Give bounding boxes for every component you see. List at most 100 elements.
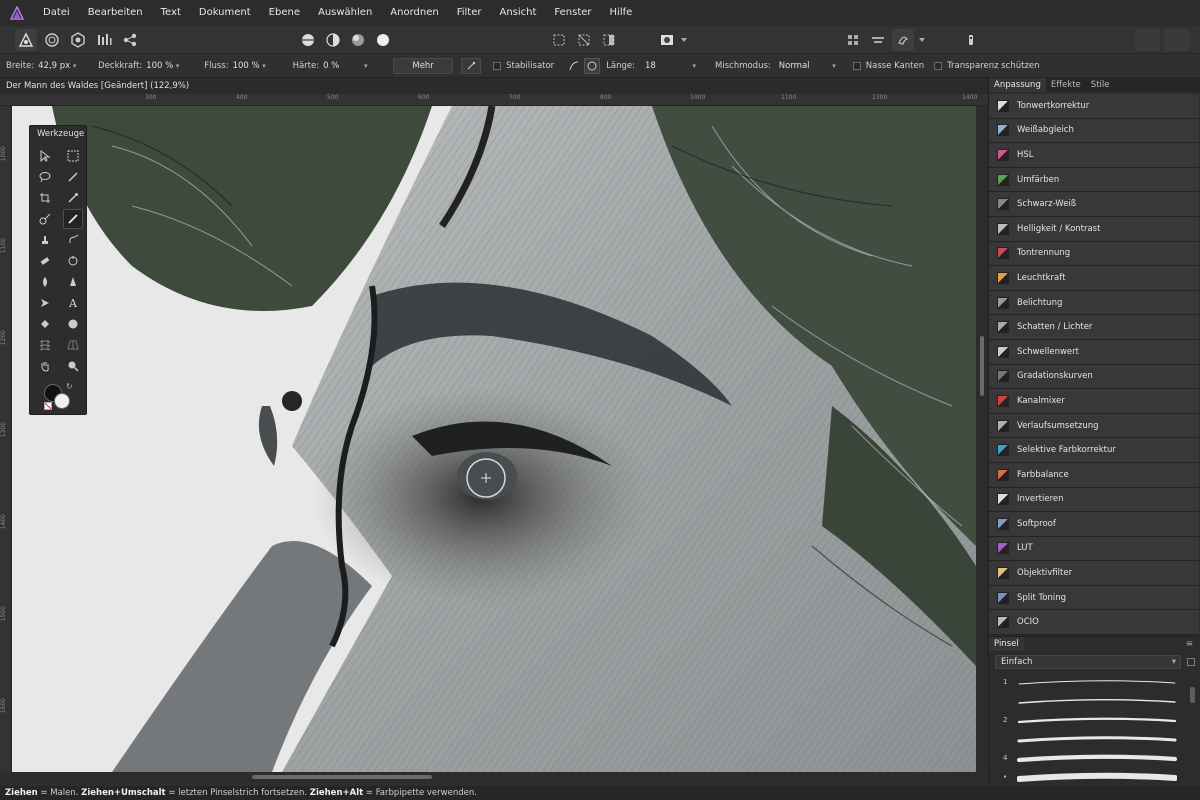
tab-effekte[interactable]: Effekte [1046,78,1086,92]
photo-persona-icon[interactable] [15,29,37,51]
mischmodus-select[interactable]: Normal ▾ [779,61,843,71]
export-persona-icon[interactable] [119,29,141,51]
adjustment-item[interactable]: Weißabgleich [989,118,1199,144]
haerte-field[interactable]: 0 % ▾ [323,61,383,71]
vertical-scroll-thumb[interactable] [980,336,984,396]
menu-ebene[interactable]: Ebene [260,0,309,26]
flood-fill-tool-icon[interactable] [35,314,55,334]
menu-bearbeiten[interactable]: Bearbeiten [79,0,152,26]
image-canvas[interactable] [12,106,976,772]
sharpen-brush-tool-icon[interactable] [63,272,83,292]
adjustment-item[interactable]: Selektive Farbkorrektur [989,438,1199,463]
brush-scroll-thumb[interactable] [1190,687,1195,703]
clone-brush-tool-icon[interactable] [35,230,55,250]
adjustment-item[interactable]: Belichtung [989,290,1199,316]
rope-mode-icon[interactable] [566,58,582,74]
brush-preset[interactable]: 1 [989,673,1199,692]
brush-pressure-icon[interactable] [461,57,482,74]
deselect-icon[interactable] [573,29,595,51]
mehr-button[interactable]: Mehr [393,57,454,74]
horizontal-scrollbar[interactable] [12,772,976,782]
app-logo-icon[interactable] [0,0,34,26]
adjustment-item[interactable]: Softproof [989,512,1199,537]
adjustment-item[interactable]: Schatten / Lichter [989,315,1199,340]
adjustment-item[interactable]: Farbbalance [989,462,1199,488]
menu-datei[interactable]: Datei [34,0,79,26]
vertical-scrollbar[interactable] [976,106,988,772]
assistant-dropdown-icon[interactable] [916,29,928,51]
adjustment-item[interactable]: Tonwertkorrektur [989,94,1199,119]
menu-anordnen[interactable]: Anordnen [381,0,447,26]
nasse-kanten-checkbox[interactable] [852,61,861,70]
quick-mask-icon[interactable] [656,29,678,51]
persona-right-button[interactable] [1164,29,1190,51]
brush-preset[interactable]: 2 [989,711,1199,730]
hand-tool-icon[interactable] [35,356,55,376]
shade-mode-icon[interactable] [347,29,369,51]
rectangle-selection-tool-icon[interactable] [63,146,83,166]
freehand-selection-tool-icon[interactable] [35,167,55,187]
menu-filter[interactable]: Filter [448,0,491,26]
shape-tool-icon[interactable] [63,314,83,334]
alignment-icon[interactable] [867,29,889,51]
contrast-mode-icon[interactable] [322,29,344,51]
dodge-brush-tool-icon[interactable] [63,251,83,271]
brush-preset[interactable]: • [989,768,1199,787]
color-picker-tool-icon[interactable] [63,188,83,208]
quick-mask-dropdown-icon[interactable] [678,29,690,51]
breite-field[interactable]: 42,9 px ▾ [38,61,98,71]
adjustment-item[interactable]: OCIO [989,610,1199,636]
tab-anpassung[interactable]: Anpassung [989,78,1046,92]
adjustment-item[interactable]: Objektivfilter [989,561,1199,586]
tab-stile[interactable]: Stile [1086,78,1115,92]
brush-preset[interactable] [989,730,1199,749]
transparent-color-icon[interactable] [44,402,52,410]
fluss-field[interactable]: 100 % ▾ [233,61,293,71]
document-tab[interactable]: Der Mann des Waldes [Geändert] (122,9%) [0,78,988,94]
brush-preset[interactable] [989,692,1199,711]
secondary-color-swatch[interactable] [54,393,70,409]
snapping-icon[interactable] [842,29,864,51]
adjustment-item[interactable]: Helligkeit / Kontrast [989,216,1199,242]
tone-mapping-persona-icon[interactable] [93,29,115,51]
tab-pinsel[interactable]: Pinsel [989,637,1024,651]
assistant-icon[interactable] [892,29,914,51]
move-tool-icon[interactable] [35,146,55,166]
adjustment-item[interactable]: Leuchtkraft [989,266,1199,291]
window-mode-icon[interactable] [584,57,601,74]
adjustment-item[interactable]: Invertieren [989,487,1199,513]
blur-brush-tool-icon[interactable] [35,272,55,292]
invert-selection-icon[interactable] [598,29,620,51]
adjustment-item[interactable]: Tontrennung [989,241,1199,267]
crop-tool-icon[interactable] [35,188,55,208]
menu-dokument[interactable]: Dokument [190,0,260,26]
adjustment-item[interactable]: Schwellenwert [989,339,1199,365]
laenge-field[interactable]: 18 ▾ [645,61,705,71]
menu-text[interactable]: Text [152,0,190,26]
selection-brush-tool-icon[interactable] [63,167,83,187]
place-image-icon[interactable] [960,29,982,51]
swap-colors-icon[interactable]: ↻ [66,382,73,391]
pen-tool-icon[interactable] [35,293,55,313]
panel-menu-icon[interactable]: ≡ [1186,639,1193,649]
zoom-tool-icon[interactable] [63,356,83,376]
adjustment-item[interactable]: Split Toning [989,585,1199,611]
adjustment-item[interactable]: LUT [989,536,1199,562]
adjustment-item[interactable]: Gradationskurven [989,364,1199,390]
menu-fenster[interactable]: Fenster [545,0,600,26]
brush-options-icon[interactable] [1187,658,1195,666]
adjustment-item[interactable]: HSL [989,143,1199,168]
menu-hilfe[interactable]: Hilfe [601,0,642,26]
transparenz-checkbox[interactable] [934,61,943,70]
menu-ansicht[interactable]: Ansicht [490,0,545,26]
adjustment-item[interactable]: Umfärben [989,167,1199,193]
erase-brush-tool-icon[interactable] [35,251,55,271]
menu-auswaehlen[interactable]: Auswählen [309,0,381,26]
adjustment-item[interactable]: Schwarz-Weiß [989,192,1199,217]
mesh-warp-tool-icon[interactable] [35,335,55,355]
paint-mixer-brush-tool-icon[interactable] [35,209,55,229]
adjustment-item[interactable]: Verlaufsumsetzung [989,413,1199,439]
deckkraft-field[interactable]: 100 % ▾ [146,61,204,71]
horizontal-scroll-thumb[interactable] [252,775,432,779]
liquify-persona-icon[interactable] [41,29,63,51]
